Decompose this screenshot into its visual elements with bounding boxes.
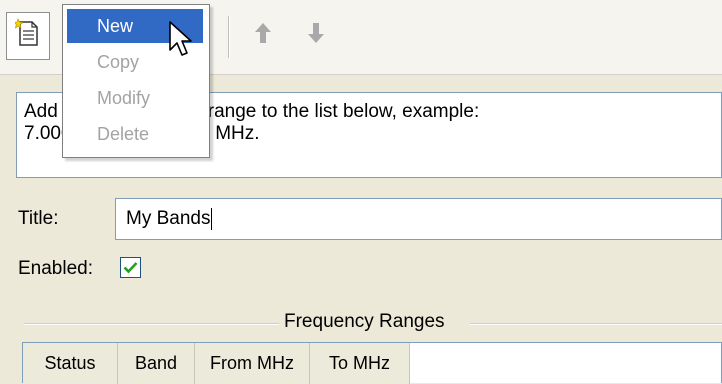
frequency-ranges-grid: Status Band From MHz To MHz: [22, 342, 722, 384]
arrow-up-icon: [253, 21, 273, 50]
enabled-label: Enabled:: [18, 258, 94, 279]
column-header-band[interactable]: Band: [118, 343, 195, 384]
column-header-status[interactable]: Status: [23, 343, 118, 384]
new-document-icon: [13, 18, 41, 54]
move-down-button[interactable]: [297, 12, 335, 58]
enabled-checkbox[interactable]: [120, 257, 141, 278]
menu-item-delete[interactable]: Delete: [67, 117, 203, 151]
new-button[interactable]: [6, 12, 50, 60]
arrow-down-icon: [306, 21, 326, 50]
mouse-pointer-icon: [168, 20, 194, 66]
title-value: My Bands: [126, 208, 211, 229]
group-divider-right: [470, 323, 722, 325]
title-input[interactable]: My Bands: [115, 198, 722, 240]
move-up-button[interactable]: [244, 12, 282, 58]
toolbar-separator: [228, 16, 229, 58]
checkmark-icon: [123, 262, 138, 274]
column-header-from-mhz[interactable]: From MHz: [195, 343, 310, 384]
menu-item-modify[interactable]: Modify: [67, 81, 203, 115]
group-divider-left: [24, 323, 279, 325]
text-caret: [211, 207, 213, 230]
column-header-to-mhz[interactable]: To MHz: [310, 343, 410, 384]
group-title: Frequency Ranges: [284, 311, 445, 332]
title-label: Title:: [18, 208, 59, 229]
